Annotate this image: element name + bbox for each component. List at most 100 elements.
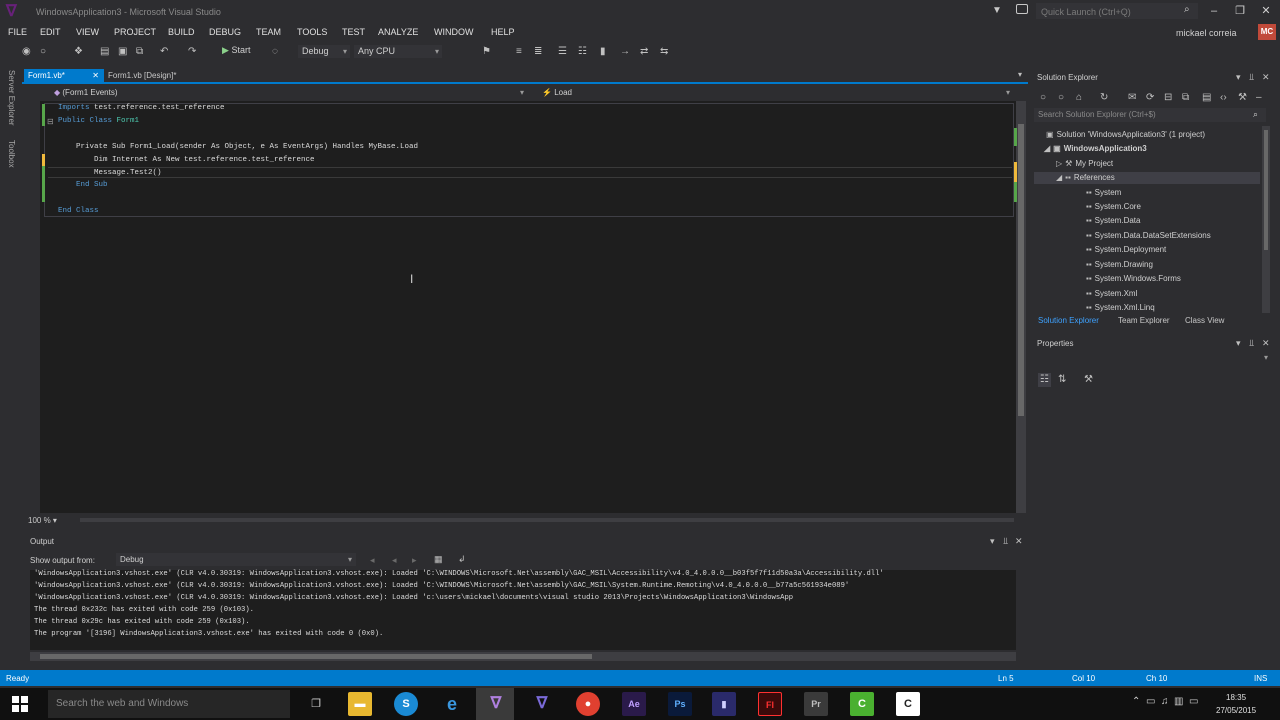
code-line[interactable]: Public Class Form1 xyxy=(58,116,139,126)
notification-flag-icon[interactable]: ▼ xyxy=(992,5,1002,16)
property-pages-icon[interactable]: ⚒ xyxy=(1084,374,1093,386)
tree-item-reference[interactable]: ▪▪ System.Deployment xyxy=(1086,244,1166,256)
menu-view[interactable]: VIEW xyxy=(76,27,99,37)
windows-start-icon[interactable] xyxy=(12,696,28,712)
tab-form1-vb[interactable]: Form1.vb* ✕ xyxy=(24,69,104,82)
uncomment-icon[interactable]: ☷ xyxy=(578,46,587,58)
output-source-select[interactable]: Debug ▾ xyxy=(116,553,356,566)
zoom-level-select[interactable]: 100 % ▾ xyxy=(28,516,57,525)
panel-menu-icon[interactable]: ▾ xyxy=(990,536,995,547)
quick-launch-input[interactable]: Quick Launch (Ctrl+Q) xyxy=(1036,3,1198,19)
output-vertical-scrollbar[interactable] xyxy=(1016,570,1026,650)
properties-grid[interactable] xyxy=(1034,392,1276,660)
find-message-icon[interactable]: ◂ xyxy=(370,555,375,566)
tree-item-reference[interactable]: ▪▪ System xyxy=(1086,187,1121,199)
wrench-icon[interactable]: ⚒ xyxy=(1238,92,1247,104)
task-view-icon[interactable]: ❐ xyxy=(304,692,328,716)
clear-all-icon[interactable]: ▦ xyxy=(434,554,443,565)
collapse-all-icon[interactable]: ⊟ xyxy=(1164,92,1172,104)
find-icon[interactable]: ⚑ xyxy=(482,46,491,58)
toolbox-tab[interactable]: Toolbox xyxy=(7,140,16,168)
network-icon[interactable]: ▥ xyxy=(1174,696,1183,707)
minimize-icon[interactable]: ‒ xyxy=(1206,4,1222,18)
flash-icon[interactable]: Fl xyxy=(758,692,782,716)
search-icon[interactable]: ⌕ xyxy=(1253,109,1258,120)
tree-item-reference[interactable]: ▪▪ System.Data xyxy=(1086,215,1140,227)
skype-icon[interactable]: S xyxy=(394,692,418,716)
menu-debug[interactable]: DEBUG xyxy=(209,27,241,37)
redo-icon[interactable]: ↷ xyxy=(188,46,196,58)
photoshop-icon[interactable]: Ps xyxy=(668,692,692,716)
menu-help[interactable]: HELP xyxy=(491,27,515,37)
next-bookmark-icon[interactable]: ⇄ xyxy=(640,46,648,58)
menu-edit[interactable]: EDIT xyxy=(40,27,61,37)
back-icon[interactable]: ◉ xyxy=(22,46,31,58)
close-icon[interactable]: ✕ xyxy=(1262,338,1270,349)
clock-date[interactable]: 27/05/2015 xyxy=(1216,706,1256,715)
show-all-files-icon[interactable]: ⧉ xyxy=(1182,92,1189,104)
pin-icon[interactable]: ⫫ xyxy=(1249,338,1254,349)
close-icon[interactable]: ✕ xyxy=(1258,4,1274,18)
minimize-icon[interactable]: ‒ xyxy=(1256,92,1262,104)
step-icon[interactable]: ≡ xyxy=(516,46,522,58)
comment-icon[interactable]: ☰ xyxy=(558,46,567,58)
file-explorer-icon[interactable]: ▬ xyxy=(348,692,372,716)
alphabetical-icon[interactable]: ⇅ xyxy=(1058,374,1066,386)
tabs-dropdown-icon[interactable]: ▾ xyxy=(1018,70,1022,79)
cortana-app-icon[interactable]: C xyxy=(896,692,920,716)
volume-icon[interactable]: ♫ xyxy=(1161,696,1169,707)
server-explorer-tab[interactable]: Server Explorer xyxy=(7,70,16,126)
clear-bookmarks-icon[interactable]: ⇆ xyxy=(660,46,668,58)
solution-explorer-search-input[interactable]: Search Solution Explorer (Ctrl+$) xyxy=(1034,108,1266,122)
menu-file[interactable]: FILE xyxy=(8,27,27,37)
tree-item-reference[interactable]: ▪▪ System.Xml xyxy=(1086,288,1137,300)
collapse-icon[interactable]: ⊟ xyxy=(47,117,54,126)
pin-close-icon[interactable]: ✕ xyxy=(92,69,99,82)
code-line[interactable]: Imports test.reference.test_reference xyxy=(58,103,225,113)
panel-menu-icon[interactable]: ▾ xyxy=(1236,338,1241,349)
tree-item-solution[interactable]: ▣ Solution 'WindowsApplication3' (1 proje… xyxy=(1046,129,1205,141)
panel-menu-icon[interactable]: ▾ xyxy=(1236,72,1241,83)
step-over-icon[interactable]: ≣ xyxy=(534,46,542,58)
solution-platform-select[interactable]: Any CPU ▾ xyxy=(354,45,442,58)
menu-tools[interactable]: TOOLS xyxy=(297,27,327,37)
tab-team-explorer[interactable]: Team Explorer xyxy=(1118,316,1170,325)
tree-item-my-project[interactable]: ▷ ⚒ My Project xyxy=(1056,158,1113,170)
code-line[interactable]: End Sub xyxy=(58,180,108,190)
code-line[interactable]: Dim Internet As New test.reference.test_… xyxy=(58,155,315,165)
attach-icon[interactable]: ◌ xyxy=(272,46,278,58)
menu-test[interactable]: TEST xyxy=(342,27,365,37)
new-project-icon[interactable]: ❖ xyxy=(74,46,83,58)
next-message-icon[interactable]: ▸ xyxy=(412,555,417,566)
properties-object-select[interactable]: ▾ xyxy=(1034,352,1272,366)
save-icon[interactable]: ▣ xyxy=(118,46,127,58)
properties-icon[interactable]: ▤ xyxy=(1202,92,1211,104)
pending-changes-icon[interactable]: ✉ xyxy=(1128,92,1136,104)
pin-icon[interactable]: ⫫ xyxy=(1003,536,1008,547)
tree-item-reference[interactable]: ▪▪ System.Data.DataSetExtensions xyxy=(1086,230,1211,242)
clock-time[interactable]: 18:35 xyxy=(1226,693,1246,702)
pin-icon[interactable]: ⫫ xyxy=(1249,72,1254,83)
message-icon[interactable]: ▭ xyxy=(1189,696,1198,707)
user-name[interactable]: mickael correia xyxy=(1176,28,1237,38)
taskbar-search-input[interactable]: Search the web and Windows xyxy=(48,690,290,718)
scrollbar-thumb[interactable] xyxy=(1018,124,1024,416)
media-encoder-icon[interactable]: Pr xyxy=(804,692,828,716)
solution-configuration-select[interactable]: Debug ▾ xyxy=(298,45,350,58)
internet-explorer-icon[interactable]: e xyxy=(440,692,464,716)
power-icon[interactable]: ▭ xyxy=(1146,696,1155,707)
expand-icon[interactable]: ▷ xyxy=(1056,159,1062,168)
search-icon[interactable]: ⌕ xyxy=(1184,4,1190,15)
menu-analyze[interactable]: ANALYZE xyxy=(378,27,418,37)
chrome-icon[interactable]: ● xyxy=(576,692,600,716)
categorized-icon[interactable]: ☷ xyxy=(1038,373,1051,387)
scrollbar-thumb[interactable] xyxy=(40,654,592,659)
prev-message-icon[interactable]: ◂ xyxy=(392,555,397,566)
prev-bookmark-icon[interactable]: → xyxy=(620,46,630,58)
menu-build[interactable]: BUILD xyxy=(168,27,195,37)
restore-icon[interactable]: ❐ xyxy=(1232,4,1248,18)
save-all-icon[interactable]: ⧉ xyxy=(136,46,143,58)
close-icon[interactable]: ✕ xyxy=(1015,536,1023,547)
tree-item-reference[interactable]: ▪▪ System.Drawing xyxy=(1086,259,1153,271)
visual-studio-icon[interactable]: ∇ xyxy=(484,692,508,716)
